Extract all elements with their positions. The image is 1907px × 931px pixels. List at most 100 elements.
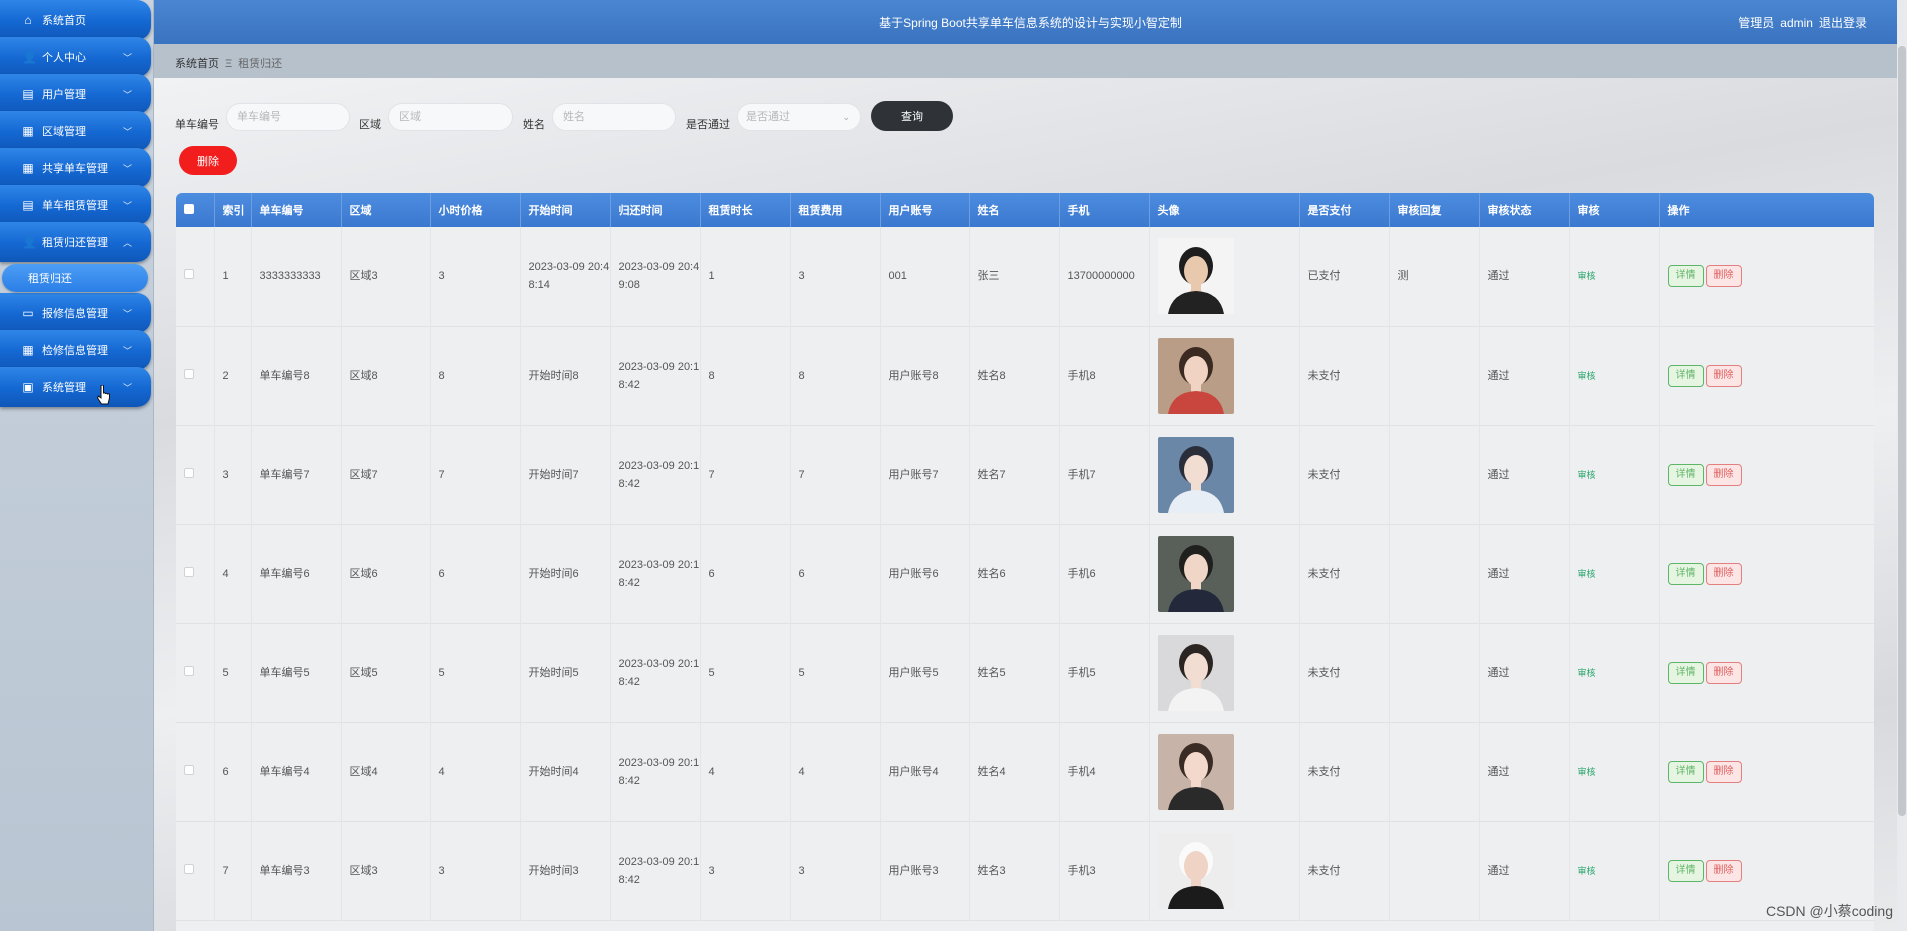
audit-link[interactable]: 审核 xyxy=(1578,569,1596,579)
audit-link[interactable]: 审核 xyxy=(1578,866,1596,876)
detail-button[interactable]: 详情 xyxy=(1667,463,1704,486)
table-row[interactable]: 2 单车编号8 区域8 8 开始时间8 2023-03-09 20:18:42 8 8 用户账号… xyxy=(176,326,1874,425)
table-row[interactable]: 1 3333333333 区域3 3 2023-03-09 20:48:14 2023-0… xyxy=(176,227,1874,326)
cell-name: 张三 xyxy=(969,227,1060,326)
cell-reply xyxy=(1389,425,1480,524)
row-checkbox[interactable] xyxy=(184,269,194,280)
detail-button[interactable]: 详情 xyxy=(1667,562,1704,585)
sidebar-item-10[interactable]: ▣ 系统管理 ﹀ xyxy=(0,367,151,407)
column-header: 是否支付 xyxy=(1299,193,1390,227)
page-scrollbar[interactable] xyxy=(1897,0,1907,931)
cell-phone: 手机8 xyxy=(1059,326,1150,425)
row-delete-button[interactable]: 删除 xyxy=(1705,562,1742,585)
chevron-down-icon: ﹀ xyxy=(123,126,133,137)
detail-button[interactable]: 详情 xyxy=(1667,364,1704,387)
sidebar-subitem-rental-return[interactable]: 租赁归还 xyxy=(2,264,148,292)
clipboard-icon: ▤ xyxy=(22,87,34,101)
audit-link[interactable]: 审核 xyxy=(1578,271,1596,281)
sidebar-item-6[interactable]: ▤ 单车租赁管理 ﹀ xyxy=(0,185,151,225)
row-delete-button[interactable]: 删除 xyxy=(1705,463,1742,486)
column-header: 审核 xyxy=(1569,193,1660,227)
audit-link[interactable]: 审核 xyxy=(1578,371,1596,381)
detail-button[interactable]: 详情 xyxy=(1667,859,1704,882)
sidebar-item-label: 单车租赁管理 xyxy=(42,200,108,212)
cell-fee: 6 xyxy=(790,524,881,623)
row-checkbox[interactable] xyxy=(184,467,194,478)
sidebar-item-5[interactable]: ▦ 共享单车管理 ﹀ xyxy=(0,148,151,188)
cell-status: 通过 xyxy=(1479,425,1570,524)
scrollbar-thumb[interactable] xyxy=(1898,46,1906,816)
sidebar-item-2[interactable]: 👤 个人中心 ﹀ xyxy=(0,37,151,77)
cell-name: 姓名4 xyxy=(969,722,1060,821)
detail-button[interactable]: 详情 xyxy=(1667,661,1704,684)
sidebar-item-label: 共享单车管理 xyxy=(42,163,108,175)
sidebar-item-4[interactable]: ▦ 区域管理 ﹀ xyxy=(0,111,151,151)
cell-actions: 详情 删除 xyxy=(1659,425,1874,524)
row-checkbox[interactable] xyxy=(184,764,194,775)
cell-start: 开始时间3 xyxy=(520,821,611,920)
cell-area: 区域3 xyxy=(341,821,431,920)
row-delete-button[interactable]: 删除 xyxy=(1705,661,1742,684)
bike-no-input[interactable] xyxy=(226,103,350,131)
cell-duration: 5 xyxy=(700,623,791,722)
cell-reply xyxy=(1389,821,1480,920)
table-row[interactable]: 6 单车编号4 区域4 4 开始时间4 2023-03-09 20:18:42 4 4 用户账号… xyxy=(176,722,1874,821)
cell-actions: 详情 删除 xyxy=(1659,722,1874,821)
table-row[interactable]: 7 单车编号3 区域3 3 开始时间3 2023-03-09 20:18:42 3 3 用户账号… xyxy=(176,821,1874,920)
row-delete-button[interactable]: 删除 xyxy=(1705,265,1742,288)
cell-audit: 审核 xyxy=(1569,326,1660,425)
table-row[interactable]: 4 单车编号6 区域6 6 开始时间6 2023-03-09 20:18:42 6 6 用户账号… xyxy=(176,524,1874,623)
sidebar-item-9[interactable]: ▦ 检修信息管理 ﹀ xyxy=(0,330,151,370)
cell-avatar xyxy=(1149,722,1300,821)
row-select-cell xyxy=(176,425,215,524)
cell-name: 姓名6 xyxy=(969,524,1060,623)
cell-start: 开始时间4 xyxy=(520,722,611,821)
data-table: 索引 单车编号 区域 小时价格 开始时间 归还时间 租赁时长 租赁费用 用户账号 姓名 手机 头像 是否… xyxy=(176,193,1874,931)
table-row[interactable]: 5 单车编号5 区域5 5 开始时间5 2023-03-09 20:18:42 5 5 用户账号… xyxy=(176,623,1874,722)
column-header: 单车编号 xyxy=(251,193,342,227)
cell-paid: 未支付 xyxy=(1299,524,1390,623)
audit-link[interactable]: 审核 xyxy=(1578,470,1596,480)
select-all-checkbox[interactable] xyxy=(184,203,194,214)
cell-account: 用户账号3 xyxy=(880,821,970,920)
username: admin xyxy=(1780,16,1813,30)
pass-select[interactable]: 是否通过 ⌄ xyxy=(737,103,861,131)
cell-phone: 手机5 xyxy=(1059,623,1150,722)
row-checkbox[interactable] xyxy=(184,566,194,577)
cell-bike_no: 单车编号8 xyxy=(251,326,342,425)
column-header: 审核回复 xyxy=(1389,193,1480,227)
cell-status: 通过 xyxy=(1479,524,1570,623)
row-delete-button[interactable]: 删除 xyxy=(1705,364,1742,387)
sidebar-item-7[interactable]: 👤 租赁归还管理 ︿ xyxy=(0,222,151,262)
detail-button[interactable]: 详情 xyxy=(1667,760,1704,783)
row-select-cell xyxy=(176,821,215,920)
sidebar-item-8[interactable]: ▭ 报修信息管理 ﹀ xyxy=(0,293,151,333)
row-checkbox[interactable] xyxy=(184,665,194,676)
row-delete-button[interactable]: 删除 xyxy=(1705,760,1742,783)
name-input[interactable] xyxy=(552,103,676,131)
cell-avatar xyxy=(1149,326,1300,425)
cell-price: 8 xyxy=(430,326,521,425)
cell-index: 7 xyxy=(214,821,252,920)
chevron-down-icon: ⌄ xyxy=(842,112,850,122)
sidebar-item-1[interactable]: ⌂ 系统首页 xyxy=(0,0,151,40)
batch-delete-button[interactable]: 删除 xyxy=(179,146,237,175)
area-input[interactable] xyxy=(388,103,513,131)
table-row[interactable]: 3 单车编号7 区域7 7 开始时间7 2023-03-09 20:18:42 7 7 用户账号… xyxy=(176,425,1874,524)
cell-area: 区域6 xyxy=(341,524,431,623)
cell-status: 通过 xyxy=(1479,722,1570,821)
row-delete-button[interactable]: 删除 xyxy=(1705,859,1742,882)
detail-button[interactable]: 详情 xyxy=(1667,265,1704,288)
row-checkbox[interactable] xyxy=(184,863,194,874)
query-button[interactable]: 查询 xyxy=(871,101,953,131)
audit-link[interactable]: 审核 xyxy=(1578,668,1596,678)
cell-audit: 审核 xyxy=(1569,623,1660,722)
sidebar-item-3[interactable]: ▤ 用户管理 ﹀ xyxy=(0,74,151,114)
audit-link[interactable]: 审核 xyxy=(1578,767,1596,777)
cell-return: 2023-03-09 20:18:42 xyxy=(610,326,701,425)
breadcrumb-home[interactable]: 系统首页 xyxy=(175,58,219,70)
cell-audit: 审核 xyxy=(1569,722,1660,821)
row-checkbox[interactable] xyxy=(184,368,194,379)
column-header: 小时价格 xyxy=(430,193,521,227)
logout-link[interactable]: 退出登录 xyxy=(1819,16,1867,30)
